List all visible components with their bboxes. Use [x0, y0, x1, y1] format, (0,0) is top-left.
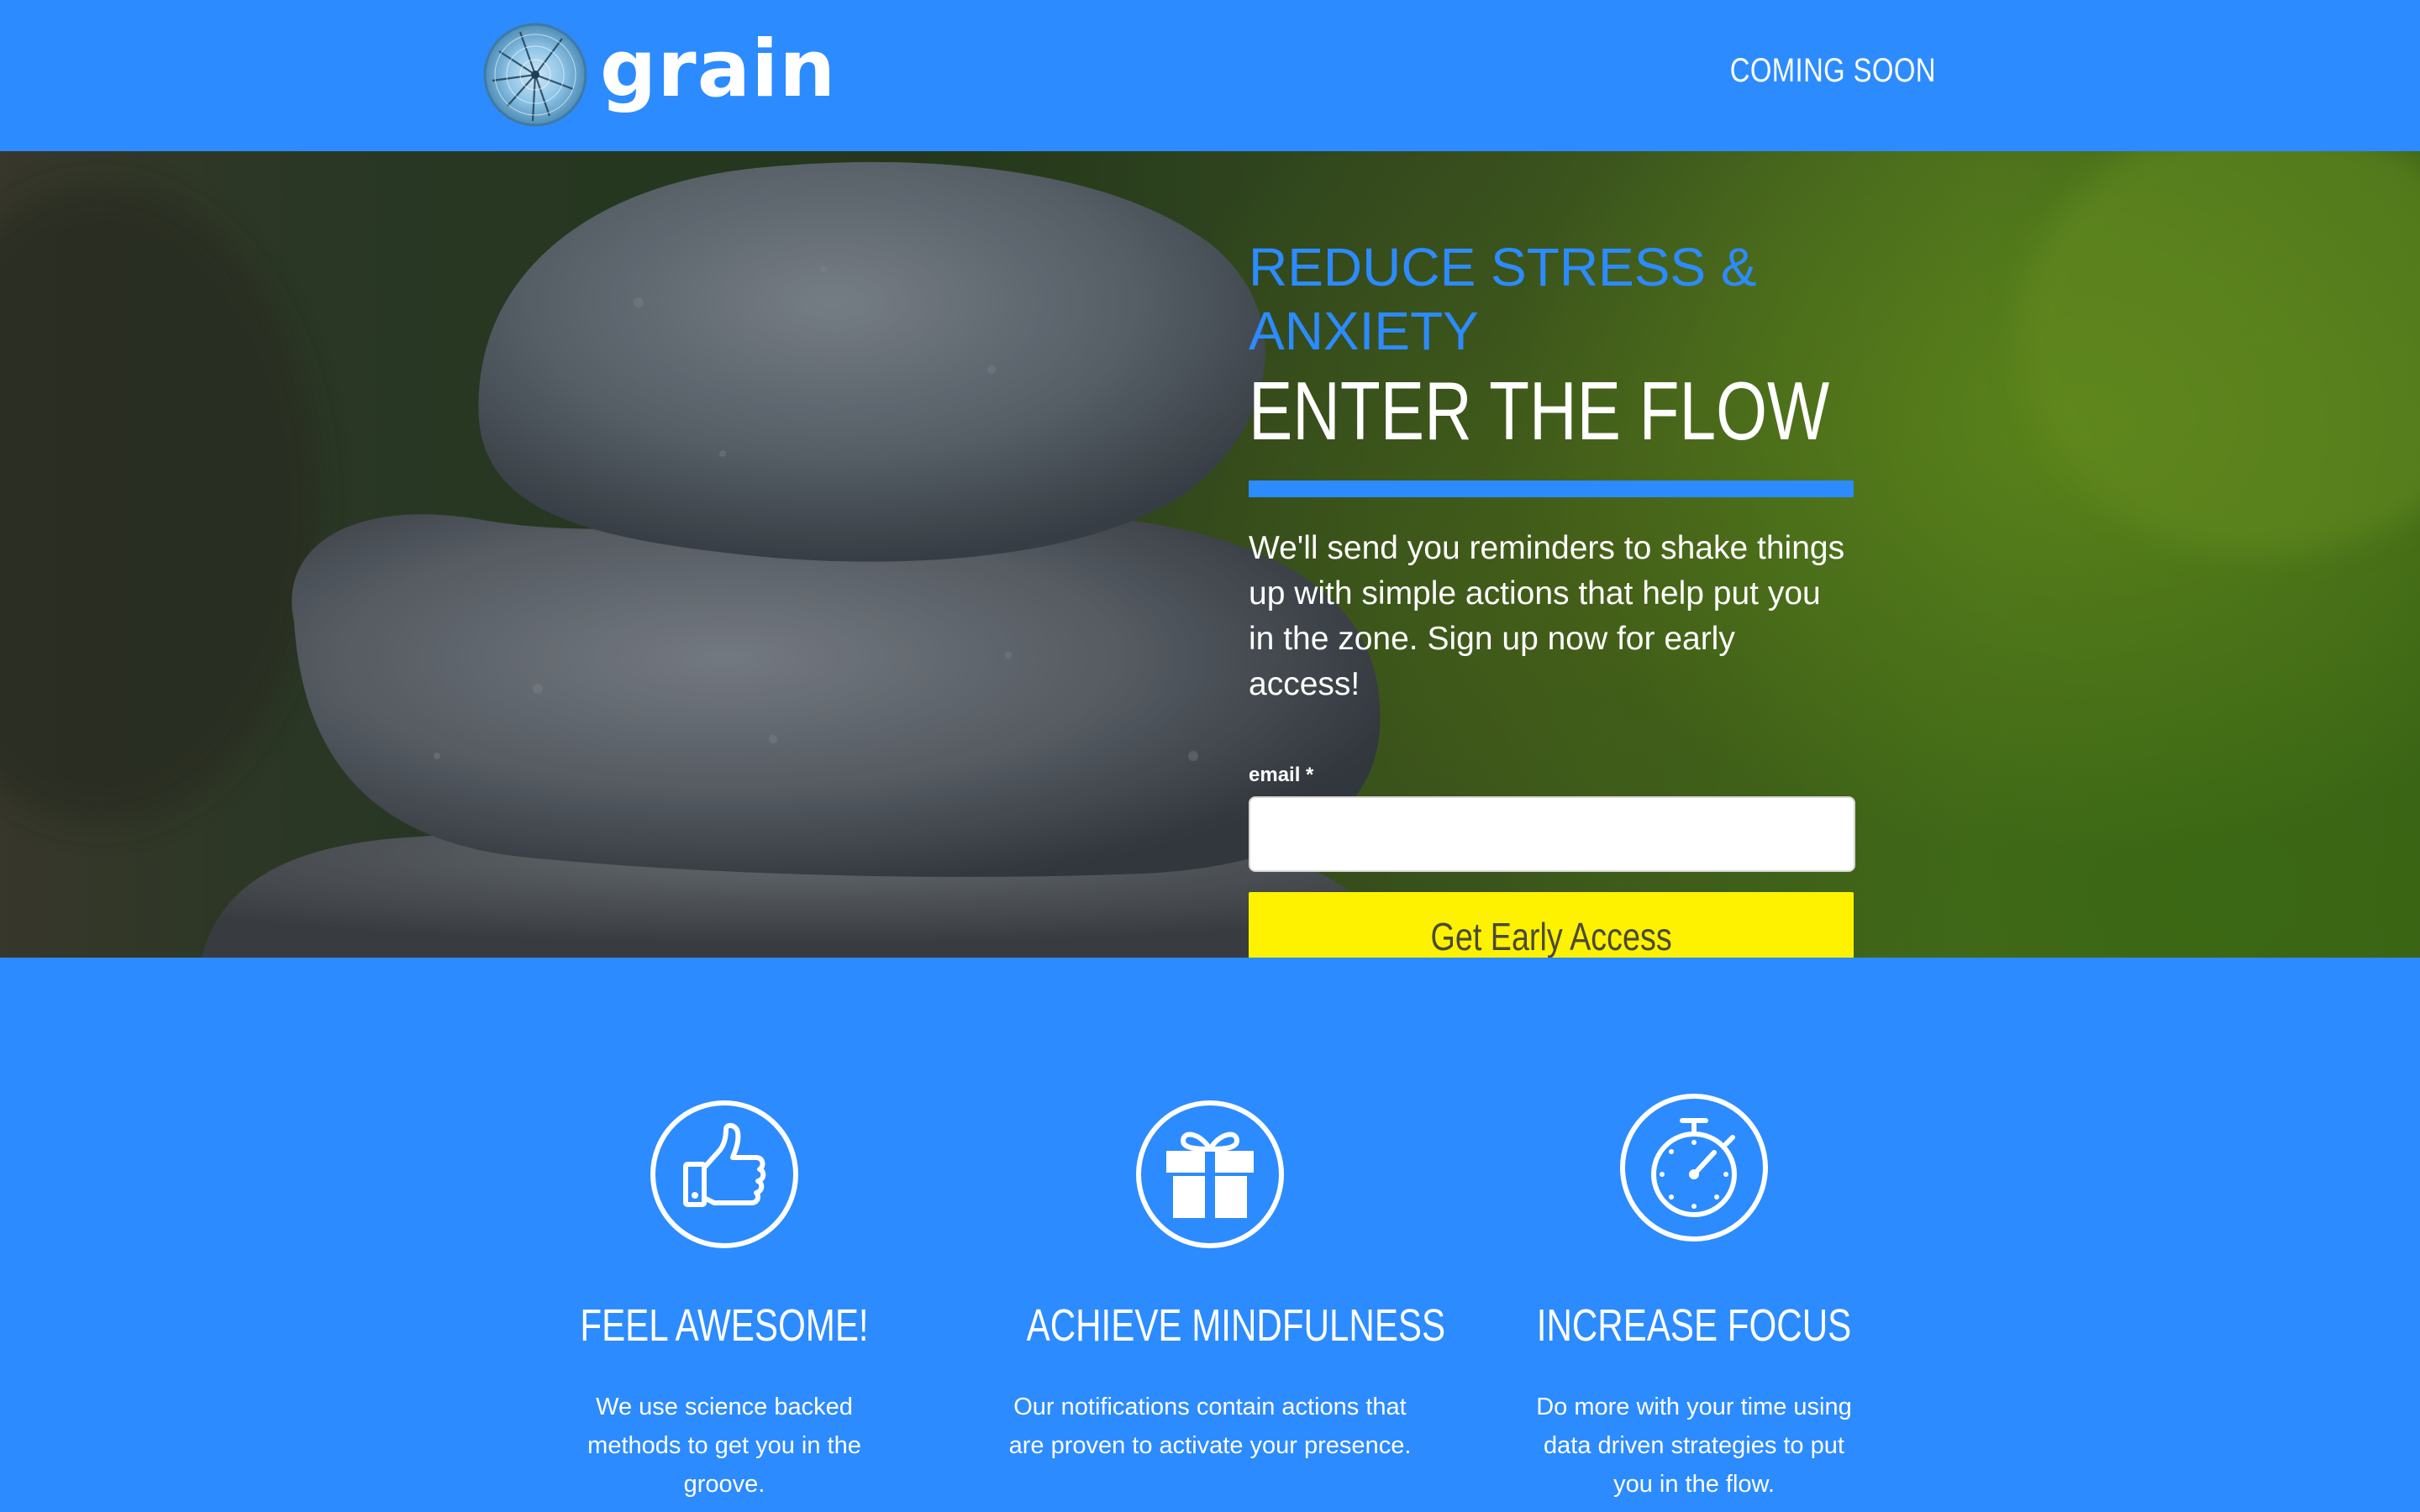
- feature-achieve-mindfulness: ACHIEVE MINDFULNESS Our notifications co…: [975, 1099, 1445, 1465]
- early-access-form: email * Get Early Access: [1249, 763, 1855, 958]
- feature-title: ACHIEVE MINDFULNESS: [1026, 1300, 1446, 1351]
- stacked-stones-photo: [0, 151, 2420, 958]
- hero-description: We'll send you reminders to shake things…: [1249, 530, 1845, 702]
- feature-description: Do more with your time using data driven…: [1536, 1394, 1852, 1498]
- hero-headline: ENTER THE FLOW: [1249, 365, 1830, 457]
- email-input[interactable]: [1249, 796, 1855, 872]
- stopwatch-icon: [1620, 1094, 1768, 1242]
- gift-icon: [1136, 1100, 1284, 1248]
- brand-name: grain: [600, 24, 837, 115]
- wood-slice-logo-icon: [483, 23, 587, 127]
- get-early-access-button[interactable]: Get Early Access: [1249, 892, 1854, 958]
- hero-section: REDUCE STRESS & ANXIETY ENTER THE FLOW W…: [0, 151, 2420, 958]
- nav-coming-soon-link[interactable]: COMING SOON: [1730, 52, 1936, 89]
- site-header: grain COMING SOON: [0, 0, 2420, 151]
- thumbs-up-icon: [650, 1100, 798, 1248]
- feature-title: INCREASE FOCUS: [1536, 1300, 1852, 1351]
- hero-content: REDUCE STRESS & ANXIETY ENTER THE FLOW W…: [1249, 235, 1855, 958]
- get-early-access-label: Get Early Access: [1430, 915, 1672, 958]
- feature-description: Our notifications contain actions that a…: [1008, 1394, 1412, 1459]
- feature-description: We use science backed methods to get you…: [587, 1394, 861, 1498]
- email-label: email *: [1249, 764, 1314, 786]
- feature-title: FEEL AWESOME!: [580, 1300, 869, 1351]
- feature-feel-awesome: FEEL AWESOME! We use science backed meth…: [489, 1099, 960, 1504]
- brand-logo-link[interactable]: grain: [482, 22, 836, 128]
- hero-tagline: REDUCE STRESS & ANXIETY: [1249, 237, 1757, 361]
- feature-increase-focus: INCREASE FOCUS Do more with your time us…: [1459, 1092, 1929, 1504]
- features-section: FEEL AWESOME! We use science backed meth…: [0, 958, 2420, 1512]
- headline-divider: [1249, 480, 1854, 497]
